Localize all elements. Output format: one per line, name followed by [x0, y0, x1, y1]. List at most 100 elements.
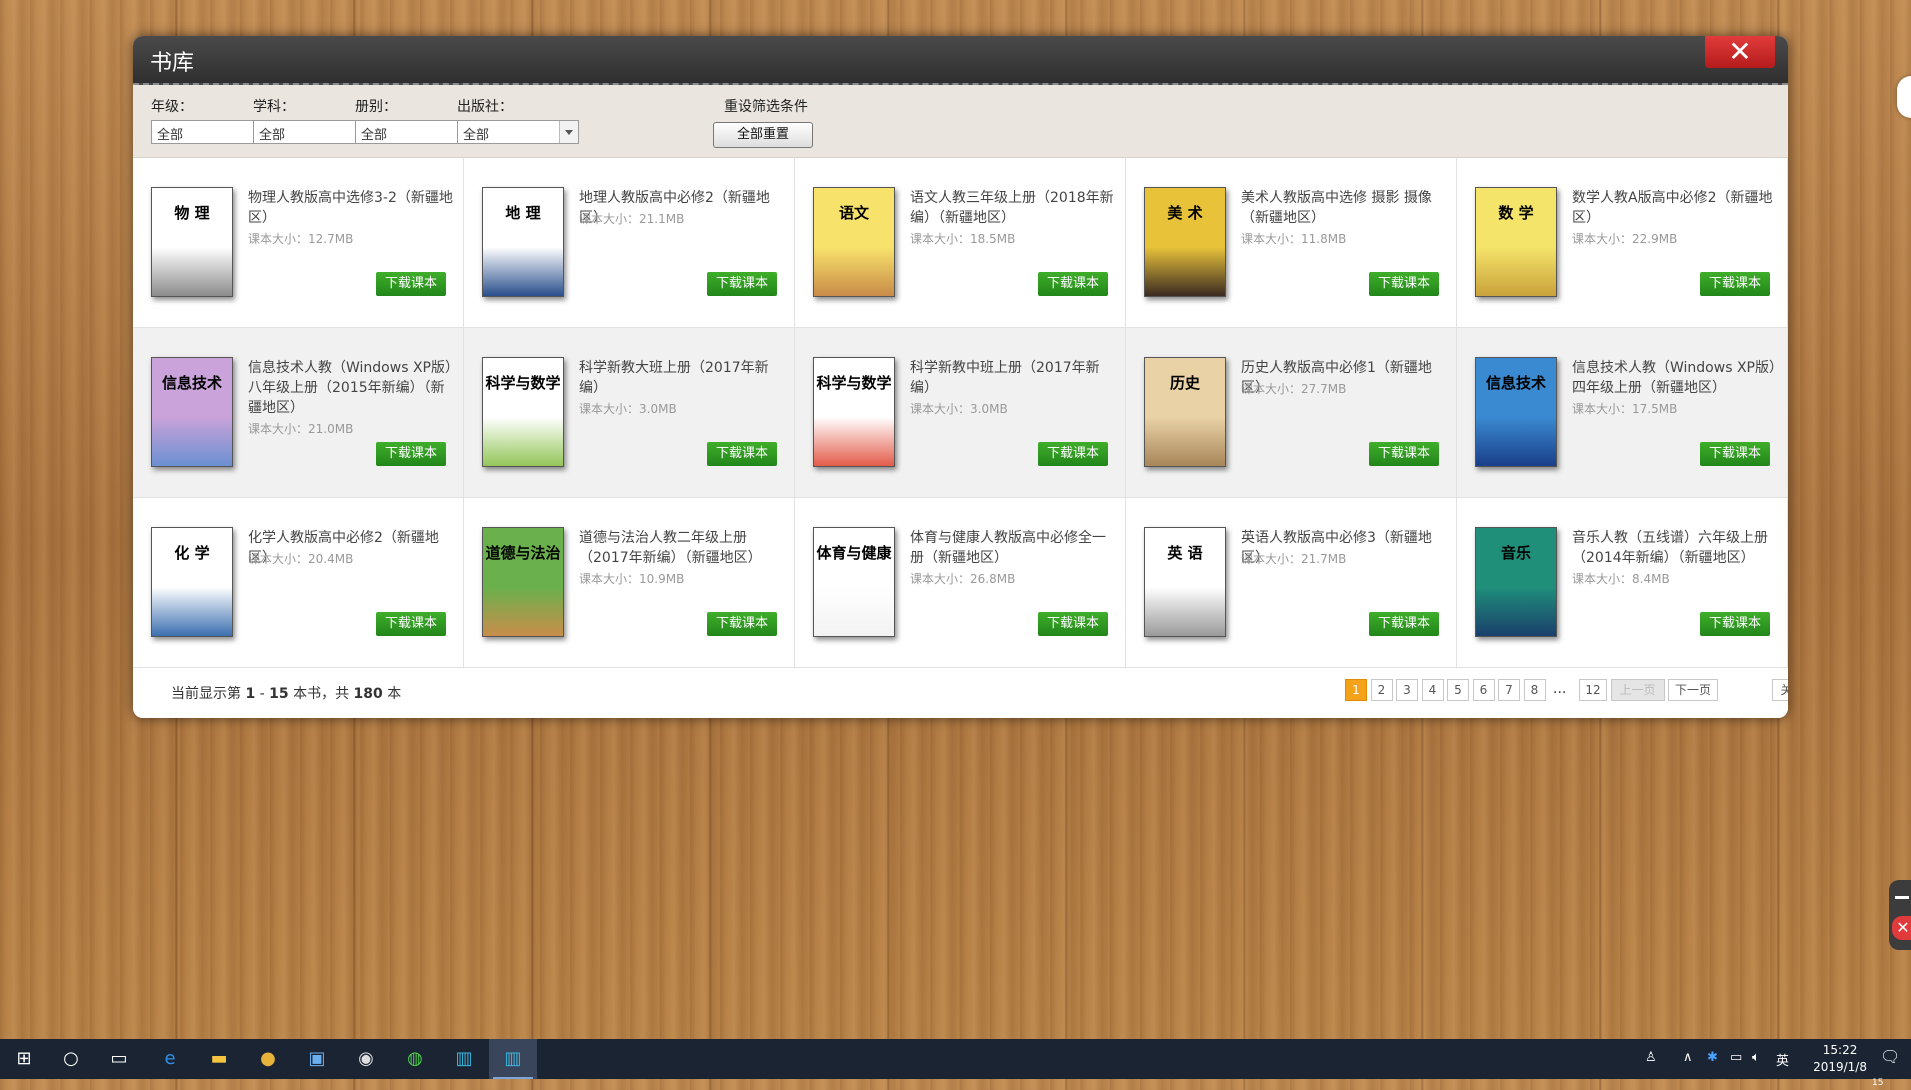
cover-art — [152, 247, 232, 296]
download-button[interactable]: 下载课本 — [1700, 612, 1770, 636]
book-card: 信息技术 信息技术人教（Windows XP版）八年级上册（2015年新编）（新疆… — [133, 328, 464, 498]
page-2-button[interactable]: 2 — [1370, 679, 1393, 701]
book-cover[interactable]: 物 理 — [151, 187, 233, 297]
book-card: 信息技术 信息技术人教（Windows XP版）四年级上册（新疆地区） 课本大小：1… — [1457, 328, 1788, 498]
book-title: 体育与健康人教版高中必修全一册（新疆地区） — [910, 530, 1106, 566]
book-title: 科学新教大班上册（2017年新编） — [579, 360, 769, 396]
book-title: 美术人教版高中选修 摄影 摄像（新疆地区） — [1241, 190, 1432, 226]
result-status: 当前显示第 1 - 15 本书，共 180 本 — [171, 686, 402, 702]
book-title: 信息技术人教（Windows XP版）八年级上册（2015年新编）（新疆地区） — [248, 360, 452, 416]
app-globe-icon[interactable]: ◉ — [352, 1045, 380, 1073]
library-window: 书库 ✕ 年级： 全部 学科： 全部 册别： 全部 出版社： 全部 重设筛选条件… — [133, 36, 1788, 718]
book-size: 课本大小：22.9MB — [1572, 232, 1678, 246]
notification-icon[interactable]: 🗨︎15 — [1872, 1047, 1911, 1088]
chrome-icon[interactable]: ● — [254, 1045, 282, 1073]
book-size: 课本大小：21.0MB — [248, 422, 354, 436]
book-cover[interactable]: 科学与数学 — [482, 357, 564, 467]
book-size: 课本大小：12.7MB — [248, 232, 354, 246]
edge-browser-icon[interactable]: e — [156, 1045, 184, 1073]
download-button[interactable]: 下载课本 — [1369, 442, 1439, 466]
page-7-button[interactable]: 7 — [1498, 679, 1520, 701]
book-cover[interactable]: 化 学 — [151, 527, 233, 637]
book-size: 课本大小：21.7MB — [1241, 552, 1347, 566]
book-cover[interactable]: 地 理 — [482, 187, 564, 297]
book-card: 数 学 数学人教A版高中必修2（新疆地区） 课本大小：22.9MB 下载课本 — [1457, 158, 1788, 328]
download-button[interactable]: 下载课本 — [376, 272, 446, 296]
book-cover[interactable]: 体育与健康 — [813, 527, 895, 637]
publisher-select[interactable]: 全部 — [457, 120, 579, 144]
download-button[interactable]: 下载课本 — [376, 612, 446, 636]
network-icon[interactable]: ▭ — [1730, 1050, 1742, 1090]
prev-page-button: 上一页 — [1610, 679, 1665, 701]
book-cover[interactable]: 英 语 — [1144, 527, 1226, 637]
download-button[interactable]: 下载课本 — [707, 442, 777, 466]
download-button[interactable]: 下载课本 — [1038, 272, 1108, 296]
book-size: 课本大小：17.5MB — [1572, 402, 1678, 416]
wechat-icon[interactable]: ◍ — [401, 1045, 429, 1073]
book-card: 语文 语文人教三年级上册（2018年新编）（新疆地区） 课本大小：18.5MB 下载课… — [795, 158, 1126, 328]
search-icon[interactable]: ○ — [57, 1045, 85, 1073]
clock[interactable]: 15:22 2019/1/8 — [1813, 1042, 1867, 1076]
book-size: 课本大小：27.7MB — [1241, 382, 1347, 396]
page-5-button[interactable]: 5 — [1447, 679, 1469, 701]
page-6-button[interactable]: 6 — [1472, 679, 1495, 701]
book-cover[interactable]: 音乐 — [1475, 527, 1557, 637]
tray-app-icon[interactable]: ✱ — [1707, 1050, 1718, 1090]
minimize-icon[interactable] — [1895, 896, 1909, 899]
book-card: 英 语英语人教版高中必修3（新疆地区） 课本大小：21.7MB 下载课本 — [1126, 498, 1457, 668]
download-button[interactable]: 下载课本 — [1369, 272, 1439, 296]
close-library-button[interactable]: 关闭书库 — [1771, 679, 1788, 701]
book-cover[interactable]: 历史 — [1144, 357, 1226, 467]
close-icon[interactable]: ✕ — [1892, 916, 1911, 940]
start-icon[interactable]: ⊞ — [10, 1045, 38, 1073]
book-card: 地 理地理人教版高中必修2（新疆地区） 课本大小：21.1MB 下载课本 — [464, 158, 795, 328]
file-explorer-icon[interactable]: ▬ — [205, 1045, 233, 1073]
download-button[interactable]: 下载课本 — [1038, 442, 1108, 466]
cover-art — [483, 417, 563, 466]
page-1-button[interactable]: 1 — [1345, 679, 1367, 701]
book-cover[interactable]: 数 学 — [1475, 187, 1557, 297]
people-icon[interactable]: ♙ — [1645, 1050, 1657, 1090]
close-icon: ✕ — [1728, 36, 1752, 68]
book-card: 美 术 美术人教版高中选修 摄影 摄像（新疆地区） 课本大小：11.8MB 下载课本 — [1126, 158, 1457, 328]
book-cover[interactable]: 信息技术 — [151, 357, 233, 467]
filter-bar: 年级： 全部 学科： 全部 册别： 全部 出版社： 全部 重设筛选条件 全部重置 — [133, 85, 1788, 158]
app-window-icon[interactable]: ▣ — [303, 1045, 331, 1073]
download-button[interactable]: 下载课本 — [1038, 612, 1108, 636]
tray-expand-icon[interactable]: ∧ — [1683, 1050, 1693, 1090]
book-cover[interactable]: 科学与数学 — [813, 357, 895, 467]
cover-title: 体育与健康 — [816, 544, 892, 562]
book-title: 信息技术人教（Windows XP版）四年级上册（新疆地区） — [1572, 360, 1776, 396]
page-8-button[interactable]: 8 — [1523, 679, 1546, 701]
chevron-down-icon — [559, 121, 578, 143]
volume-icon[interactable]: 🔈︎ — [1752, 1050, 1760, 1090]
page-12-button[interactable]: 12 — [1579, 679, 1607, 701]
reset-all-button[interactable]: 全部重置 — [713, 122, 813, 148]
task-view-icon[interactable]: ▭ — [105, 1045, 133, 1073]
book-cover[interactable]: 语文 — [813, 187, 895, 297]
download-button[interactable]: 下载课本 — [1700, 442, 1770, 466]
close-window-button[interactable]: ✕ — [1705, 36, 1775, 68]
page-ellipsis: ... — [1553, 681, 1567, 697]
book-cover[interactable]: 信息技术 — [1475, 357, 1557, 467]
download-button[interactable]: 下载课本 — [376, 442, 446, 466]
window-title: 书库 — [150, 51, 195, 76]
book-app-icon[interactable]: ▥ — [450, 1045, 478, 1073]
book-app-active-icon[interactable]: ▥ — [499, 1045, 527, 1073]
cover-title: 道德与法治 — [485, 544, 561, 562]
taskbar: ⊞ ○ ▭ e ▬ ● ▣ ◉ ◍ ▥ ▥ ♙ ∧ ✱ ▭ 🔈︎ 英 15:22… — [0, 1039, 1911, 1088]
download-button[interactable]: 下载课本 — [707, 612, 777, 636]
cover-title: 数 学 — [1498, 204, 1534, 222]
next-page-button[interactable]: 下一页 — [1668, 679, 1718, 701]
page-4-button[interactable]: 4 — [1421, 679, 1444, 701]
ime-indicator[interactable]: 英 — [1776, 1050, 1789, 1090]
download-button[interactable]: 下载课本 — [1700, 272, 1770, 296]
cover-art — [1476, 417, 1556, 466]
book-size: 课本大小：3.0MB — [579, 402, 677, 416]
download-button[interactable]: 下载课本 — [707, 272, 777, 296]
download-button[interactable]: 下载课本 — [1369, 612, 1439, 636]
side-expand-tab[interactable] — [1897, 76, 1911, 118]
book-cover[interactable]: 道德与法治 — [482, 527, 564, 637]
page-3-button[interactable]: 3 — [1396, 679, 1418, 701]
book-cover[interactable]: 美 术 — [1144, 187, 1226, 297]
